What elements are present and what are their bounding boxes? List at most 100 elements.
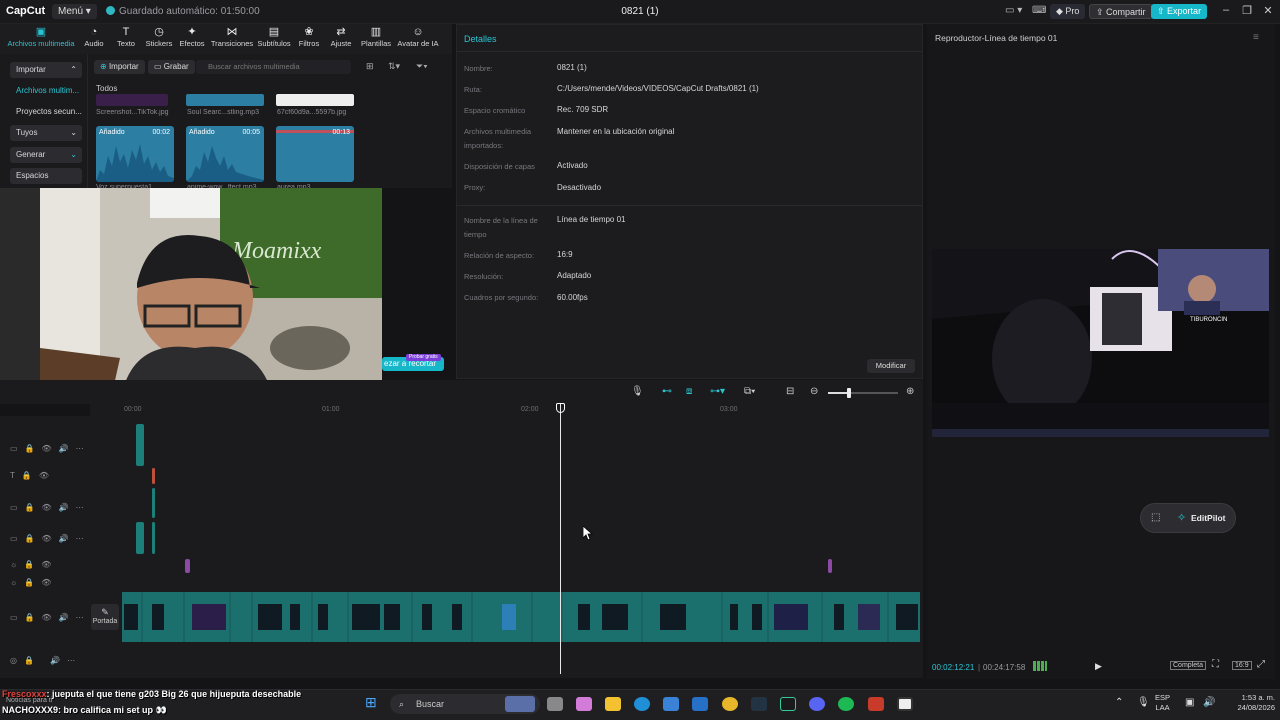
timeline-clip[interactable] [152,488,155,518]
tool-templates[interactable]: ▥ Plantillas [358,26,394,48]
tool-ai-avatar[interactable]: ☺ Avatar de IA [396,26,440,48]
tray-mic-icon[interactable]: 🎙 [1137,697,1150,708]
nav-generate[interactable]: Generar ⌄ [10,147,82,163]
nav-secondary-projects[interactable]: Proyectos secun... [10,104,82,120]
track-controls-audio[interactable]: ▭🔒👁🔊⋯ [10,534,91,543]
link-main-track-icon[interactable]: ⊷ [662,386,672,397]
discord-icon[interactable] [809,697,825,711]
capcut-app-icon[interactable] [897,697,913,711]
task-view-icon[interactable] [547,697,563,711]
timeline-clip[interactable] [136,522,144,554]
nav-import[interactable]: Importar ⌃ [10,62,82,78]
minimize-icon[interactable]: – [1217,4,1235,16]
track-controls-effect2[interactable]: ☼🔒👁 [10,578,58,587]
maximize-icon[interactable]: ❐ [1238,4,1256,17]
fit-timeline-icon[interactable]: ⊟ [786,386,794,397]
file-explorer-icon[interactable] [605,697,621,711]
media-thumb-aurea[interactable]: 00:13 [276,126,354,182]
play-icon[interactable]: ▶ [1095,661,1102,672]
store-icon[interactable] [663,697,679,711]
shortcut-icon[interactable]: ⌨ [1032,5,1046,16]
snap-icon[interactable]: ⊶▾ [710,386,725,397]
grid-view-icon[interactable]: ⊞ [366,61,374,72]
fit-icon[interactable]: ⛶ [1212,659,1219,670]
fullscreen-icon[interactable]: ⤢ [1257,659,1265,670]
chrome-icon[interactable] [722,697,738,711]
media-search-input[interactable]: Buscar archivos multimedia [196,60,351,74]
copilot-icon[interactable] [576,697,592,711]
tool-transitions[interactable]: ⋈ Transiciones [210,26,254,48]
volume-icon[interactable]: 🔊 [1203,697,1215,708]
timeline-effect[interactable] [828,559,832,573]
language-indicator[interactable]: ESP LAA [1155,693,1170,713]
timeline-ruler[interactable] [90,404,923,416]
track-controls-audio2[interactable]: ◎🔒 🔊⋯ [10,656,82,665]
microphone-icon[interactable]: 🎙 [631,386,644,397]
timeline-clip-text[interactable] [152,468,155,484]
track-controls-video[interactable]: ▭🔒👁🔊⋯ [10,444,91,453]
video-preview[interactable]: TIBURONCIN [932,249,1269,437]
tool-effects[interactable]: ✦ Efectos [177,26,207,48]
playhead-handle[interactable] [556,403,565,413]
full-quality-select[interactable]: Completa [1170,661,1206,670]
menu-button[interactable]: Menú ▾ [52,4,97,19]
timeline-clip[interactable] [136,424,144,466]
zoom-slider-handle[interactable] [847,388,851,398]
timeline-effect[interactable] [185,559,190,573]
export-button[interactable]: ⇧ Exportar [1151,4,1208,19]
timeline-clip[interactable] [152,522,155,554]
cover-button[interactable]: ✎ Portada [91,604,119,630]
track-controls-video2[interactable]: ▭🔒👁🔊⋯ [10,503,91,512]
track-controls-text[interactable]: T🔒👁 [10,471,56,480]
nav-yours[interactable]: Tuyos ⌄ [10,125,82,141]
pro-button[interactable]: ◆ Pro [1050,4,1086,19]
aspect-ratio-select[interactable]: 16:9 [1232,661,1252,670]
media-thumb-soul[interactable] [186,94,264,106]
field-value: Activado [557,161,588,170]
obs-icon[interactable] [868,697,884,711]
media-thumb-image[interactable] [276,94,354,106]
nav-media-files[interactable]: Archivos multim... [10,83,82,99]
clock[interactable]: 1:53 a. m. 24/08/2026 [1225,693,1275,713]
zoom-in-icon[interactable]: ⊕ [906,386,914,397]
tool-audio[interactable]: ◔ Audio [80,26,108,48]
main-video-track[interactable] [122,592,920,642]
avatar-icon: ☺ [412,26,424,38]
field-label: Archivos multimedia importados: [464,127,532,150]
sort-icon[interactable]: ⇅▾ [388,61,400,72]
media-thumb-anime-wow[interactable]: Añadido 00:05 [186,126,264,182]
tool-stickers[interactable]: ◷ Stickers [144,26,174,48]
preview-axis-icon[interactable]: ⧈ [686,386,692,397]
nav-spaces[interactable]: Espacios [10,168,82,184]
steam-icon[interactable] [751,697,767,711]
spotify-icon[interactable] [838,697,854,711]
tool-text[interactable]: T Texto [112,26,140,48]
share-button[interactable]: ⇪ Compartir [1089,4,1153,19]
playhead[interactable] [560,404,561,674]
tool-filters[interactable]: ❀ Filtros [296,26,322,48]
menu-icon[interactable]: ≡ [1253,32,1259,43]
import-button[interactable]: ⊕ Importar [94,60,145,74]
layout-icon[interactable]: ▭ ▾ [1005,5,1022,16]
tray-chevron-icon[interactable]: ⌃ [1115,697,1123,708]
modify-button[interactable]: Modificar [867,359,915,373]
media-thumb-screenshot[interactable] [96,94,168,106]
record-button[interactable]: ▭ Grabar [148,60,195,74]
track-controls-main[interactable]: ▭🔒👁🔊⋯ [10,613,91,622]
capcut-monitor-icon[interactable] [780,697,796,711]
filter-icon[interactable]: ⏷▾ [416,61,428,72]
network-icon[interactable]: ▣ [1185,697,1194,708]
close-icon[interactable]: ✕ [1259,4,1277,17]
media-thumb-voiceover[interactable]: Añadido 00:02 [96,126,174,182]
track-controls-effect[interactable]: ☼🔒👁 [10,560,58,569]
tool-subtitles[interactable]: ▤ Subtítulos [256,26,292,48]
tool-media[interactable]: ▣ Archivos multimedia [6,26,76,48]
filter-all[interactable]: Todos [96,84,117,93]
tool-adjust[interactable]: ⇄ Ajuste [328,26,354,48]
edge-icon[interactable] [634,697,650,711]
zoom-out-icon[interactable]: ⊖ [810,386,818,397]
split-icon[interactable]: ⧉▾ [744,386,755,397]
editpilot-button[interactable]: ⬚ ✧ EditPilot [1140,503,1236,533]
windows-start-icon[interactable]: ⊞ [365,694,377,711]
outlook-icon[interactable] [692,697,708,711]
